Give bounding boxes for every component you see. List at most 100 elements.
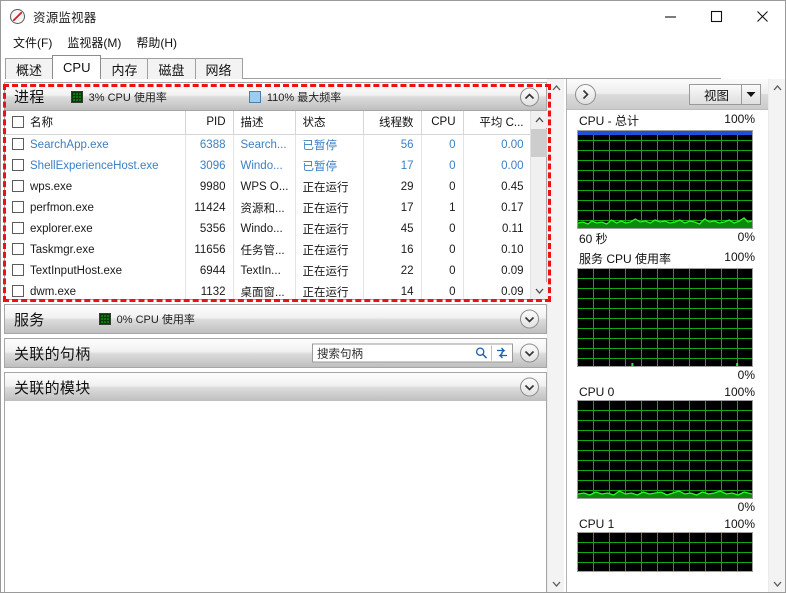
right-scroll-down-icon[interactable] bbox=[769, 575, 785, 592]
cell-pid: 5356 bbox=[185, 218, 234, 239]
cell-threads: 17 bbox=[363, 197, 422, 218]
row-checkbox[interactable] bbox=[12, 159, 24, 171]
process-name-label: perfmon.exe bbox=[30, 202, 94, 214]
row-checkbox[interactable] bbox=[12, 138, 24, 151]
scroll-thumb[interactable] bbox=[531, 129, 547, 157]
content-area: 进程 3% CPU 使用率 110% 最大频率 名称 PID 描述 ⌃ 状态 线… bbox=[1, 79, 785, 592]
cell-avg-cpu: 0.00 bbox=[463, 155, 530, 176]
column-header-cpu[interactable]: CPU bbox=[421, 111, 464, 135]
tab-strip: 概述 CPU 内存 磁盘 网络 bbox=[1, 53, 785, 79]
modules-section-header[interactable]: 关联的模块 bbox=[5, 373, 546, 401]
refresh-arrows-icon[interactable] bbox=[492, 345, 512, 362]
row-checkbox[interactable] bbox=[12, 180, 24, 192]
cell-description: WPS O... bbox=[233, 176, 296, 197]
select-all-checkbox[interactable] bbox=[12, 116, 24, 129]
process-table-scrollbar[interactable] bbox=[530, 111, 547, 299]
row-checkbox[interactable] bbox=[12, 222, 24, 234]
cell-pid: 11656 bbox=[185, 239, 234, 260]
cell-process-name: ShellExperienceHost.exe bbox=[5, 155, 186, 176]
process-table-viewport: 名称 PID 描述 ⌃ 状态 线程数 CPU 平均 C... SearchApp… bbox=[5, 111, 530, 299]
graph-block-service-cpu: 服务 CPU 使用率 100% 0% bbox=[567, 248, 769, 383]
cell-cpu: 0 bbox=[421, 176, 464, 197]
graph-min-service-cpu: 0% bbox=[737, 368, 755, 382]
cell-pid: 11424 bbox=[185, 197, 234, 218]
right-scroll-up-icon[interactable] bbox=[769, 79, 785, 96]
modules-body bbox=[5, 401, 546, 592]
table-row[interactable]: ShellExperienceHost.exe 3096 Windo... 已暂停 17… bbox=[5, 155, 530, 176]
menu-file[interactable]: 文件(F) bbox=[6, 32, 60, 53]
magnifier-icon[interactable] bbox=[471, 345, 491, 362]
cell-status: 正在运行 bbox=[295, 218, 364, 239]
graph-max-cpu0: 100% bbox=[724, 385, 755, 399]
minimize-button[interactable] bbox=[647, 1, 693, 32]
row-checkbox[interactable] bbox=[12, 264, 24, 276]
graph-min-cpu-total: 0% bbox=[737, 230, 755, 244]
maximize-button[interactable] bbox=[693, 1, 739, 32]
table-row[interactable]: perfmon.exe 11424 资源和... 正在运行 17 1 0.17 bbox=[5, 197, 530, 218]
table-row[interactable]: Taskmgr.exe 11656 任务管... 正在运行 16 0 0.10 bbox=[5, 239, 530, 260]
left-pane-scrollbar[interactable] bbox=[547, 79, 564, 592]
handle-search-input[interactable]: 搜索句柄 bbox=[313, 345, 471, 361]
scroll-up-icon[interactable] bbox=[531, 111, 547, 128]
modules-expand-button[interactable] bbox=[520, 377, 539, 397]
graph-grid bbox=[578, 533, 752, 571]
scroll-down-icon[interactable] bbox=[531, 282, 547, 299]
column-header-status[interactable]: ⌃ 状态 bbox=[295, 111, 364, 135]
cell-threads: 14 bbox=[363, 281, 422, 299]
cell-threads: 22 bbox=[363, 260, 422, 281]
process-name-label: ShellExperienceHost.exe bbox=[30, 160, 159, 172]
view-dropdown-button[interactable]: 视图 bbox=[688, 84, 761, 105]
cell-process-name: TextInputHost.exe bbox=[5, 260, 186, 281]
cell-avg-cpu: 0.10 bbox=[463, 239, 530, 260]
cell-pid: 9980 bbox=[185, 176, 234, 197]
right-pane-expand-button[interactable] bbox=[575, 83, 596, 105]
handles-section-header[interactable]: 关联的句柄 搜索句柄 bbox=[5, 339, 546, 367]
tab-network[interactable]: 网络 bbox=[194, 58, 243, 79]
row-checkbox[interactable] bbox=[12, 201, 24, 213]
processes-collapse-button[interactable] bbox=[520, 87, 539, 106]
services-expand-button[interactable] bbox=[520, 309, 539, 329]
cell-process-name: perfmon.exe bbox=[5, 197, 186, 218]
tab-overview[interactable]: 概述 bbox=[5, 58, 54, 79]
graph-canvas-cpu-total bbox=[577, 130, 753, 229]
menu-monitor[interactable]: 监视器(M) bbox=[60, 32, 129, 53]
chevron-down-filled-icon[interactable] bbox=[742, 85, 760, 104]
processes-section-header[interactable]: 进程 3% CPU 使用率 110% 最大频率 bbox=[5, 83, 546, 111]
cell-pid: 6944 bbox=[185, 260, 234, 281]
graph-title-cpu0: CPU 0 bbox=[579, 385, 615, 399]
graph-title-service-cpu: 服务 CPU 使用率 bbox=[579, 252, 672, 266]
right-pane-scrollbar[interactable] bbox=[768, 79, 785, 592]
cell-avg-cpu: 0.17 bbox=[463, 197, 530, 218]
modules-title: 关联的模块 bbox=[14, 379, 91, 397]
table-row[interactable]: dwm.exe 1132 桌面窗... 正在运行 14 0 0.09 bbox=[5, 281, 530, 299]
table-row[interactable]: explorer.exe 5356 Windo... 正在运行 45 0 0.11 bbox=[5, 218, 530, 239]
row-checkbox[interactable] bbox=[12, 243, 24, 255]
table-row[interactable]: wps.exe 9980 WPS O... 正在运行 29 0 0.45 bbox=[5, 176, 530, 197]
close-button[interactable] bbox=[739, 1, 785, 32]
graph-timespan-label: 60 秒 bbox=[579, 232, 608, 246]
column-header-name[interactable]: 名称 bbox=[5, 111, 186, 135]
column-header-description[interactable]: 描述 bbox=[233, 111, 296, 135]
resource-monitor-icon bbox=[10, 8, 26, 25]
pane-scroll-down-icon[interactable] bbox=[548, 575, 565, 592]
tab-memory[interactable]: 内存 bbox=[100, 58, 149, 79]
table-row[interactable]: TextInputHost.exe 6944 TextIn... 正在运行 22 0 0.0… bbox=[5, 260, 530, 281]
services-section-header[interactable]: 服务 0% CPU 使用率 bbox=[5, 305, 546, 333]
handle-search-box[interactable]: 搜索句柄 bbox=[312, 343, 513, 363]
column-header-threads[interactable]: 线程数 bbox=[363, 111, 422, 135]
pane-scroll-up-icon[interactable] bbox=[548, 79, 565, 96]
column-header-pid[interactable]: PID bbox=[185, 111, 234, 135]
tab-disk[interactable]: 磁盘 bbox=[147, 58, 196, 79]
cell-description: TextIn... bbox=[233, 260, 296, 281]
cell-cpu: 0 bbox=[421, 134, 464, 155]
left-pane: 进程 3% CPU 使用率 110% 最大频率 名称 PID 描述 ⌃ 状态 线… bbox=[1, 79, 564, 592]
row-checkbox[interactable] bbox=[12, 285, 24, 297]
handles-expand-button[interactable] bbox=[520, 343, 539, 363]
green-swatch-icon bbox=[70, 90, 83, 103]
process-name-label: SearchApp.exe bbox=[30, 139, 109, 152]
tab-cpu[interactable]: CPU bbox=[52, 55, 102, 79]
column-header-avg-cpu[interactable]: 平均 C... bbox=[463, 111, 530, 135]
table-row[interactable]: SearchApp.exe 6388 Search... 已暂停 56 0 0.00 bbox=[5, 134, 530, 155]
menu-help[interactable]: 帮助(H) bbox=[129, 32, 185, 53]
cell-status: 已暂停 bbox=[295, 155, 364, 176]
